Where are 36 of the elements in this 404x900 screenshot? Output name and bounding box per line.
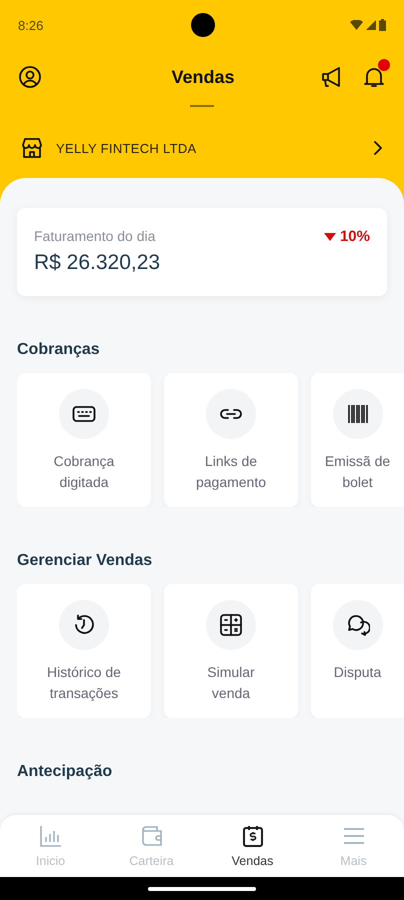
link-icon xyxy=(219,407,243,421)
bell-icon[interactable] xyxy=(362,65,386,89)
action-tile[interactable]: Links de pagamento xyxy=(164,373,298,507)
keyboard-icon xyxy=(72,405,96,423)
chevron-right-icon xyxy=(372,140,384,156)
history-icon xyxy=(73,614,95,636)
drag-handle[interactable] xyxy=(190,105,214,107)
revenue-change: 10% xyxy=(324,228,370,245)
section-title: Cobranças xyxy=(17,341,101,359)
bar-chart-icon xyxy=(38,824,62,848)
battery-icon xyxy=(379,19,386,31)
chat-bubbles-icon xyxy=(346,613,370,637)
revenue-amount: R$ 26.320,23 xyxy=(34,251,162,275)
action-tile[interactable]: Emissã de bolet xyxy=(311,373,404,507)
action-tile[interactable]: Histórico de transações xyxy=(17,584,151,718)
nav-tab[interactable]: Vendas xyxy=(202,815,303,877)
company-selector[interactable]: YELLY FINTECH LTDA xyxy=(0,123,404,173)
section-title: Gerenciar Vendas xyxy=(17,552,154,570)
home-indicator[interactable] xyxy=(148,886,256,890)
action-tile[interactable]: Cobrança digitada xyxy=(17,373,151,507)
camera-cutout xyxy=(191,13,215,37)
section-title: Antecipação xyxy=(17,763,114,781)
action-tile[interactable]: Disputa xyxy=(311,584,404,718)
barcode-icon xyxy=(346,403,368,425)
calendar-dollar-icon xyxy=(240,824,264,848)
status-time: 8:26 xyxy=(18,18,44,32)
signal-icon xyxy=(366,20,376,30)
calculator-icon xyxy=(219,613,243,637)
revenue-label: Faturamento do dia xyxy=(34,228,156,245)
wifi-icon xyxy=(350,20,363,30)
action-tile[interactable]: Simular venda xyxy=(164,584,298,718)
store-icon xyxy=(20,136,44,160)
profile-icon[interactable] xyxy=(18,65,42,89)
company-name: YELLY FINTECH LTDA xyxy=(56,140,198,156)
screen-title: Vendas xyxy=(170,66,236,88)
wallet-icon xyxy=(140,824,164,848)
